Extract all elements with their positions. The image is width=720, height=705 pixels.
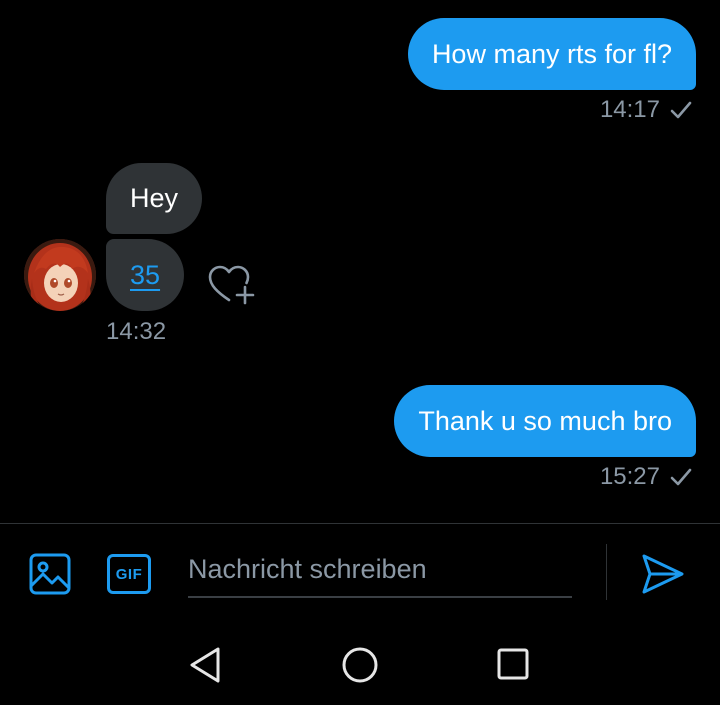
outgoing-message-bubble[interactable]: Thank u so much bro	[394, 385, 696, 457]
message-timestamp: 14:32	[106, 318, 167, 345]
message-timestamp: 14:17	[599, 96, 660, 123]
message-meta: 15:27	[600, 463, 692, 491]
image-icon[interactable]	[28, 552, 72, 596]
avatar-image	[24, 239, 96, 311]
message-text: How many rts for fl?	[431, 38, 672, 69]
incoming-message-bubble[interactable]: 35	[106, 239, 185, 311]
back-icon[interactable]	[186, 645, 224, 685]
dm-conversation-screen: How many rts for fl? 14:17 Hey 35 14:32 …	[0, 0, 720, 705]
gif-icon[interactable]: GIF	[107, 554, 151, 594]
check-icon	[670, 467, 692, 487]
message-link-text[interactable]: 35	[130, 260, 160, 291]
message-text: Hey	[130, 183, 179, 213]
message-timestamp: 15:27	[599, 463, 660, 490]
send-icon[interactable]	[640, 552, 686, 596]
message-meta: 14:17	[600, 96, 692, 124]
gif-label: GIF	[115, 565, 143, 583]
outgoing-message-bubble[interactable]: How many rts for fl?	[407, 18, 696, 90]
heart-add-icon[interactable]	[207, 262, 259, 308]
message-input[interactable]	[188, 542, 572, 598]
system-navigation-bar	[0, 623, 720, 705]
home-icon[interactable]	[340, 645, 380, 685]
check-icon	[670, 100, 692, 120]
message-text: Thank u so much bro	[418, 405, 672, 436]
avatar[interactable]	[24, 239, 96, 311]
message-composer: GIF	[0, 523, 720, 623]
composer-divider	[606, 544, 607, 600]
incoming-message-bubble[interactable]: Hey	[106, 163, 203, 234]
recents-icon[interactable]	[496, 647, 530, 681]
